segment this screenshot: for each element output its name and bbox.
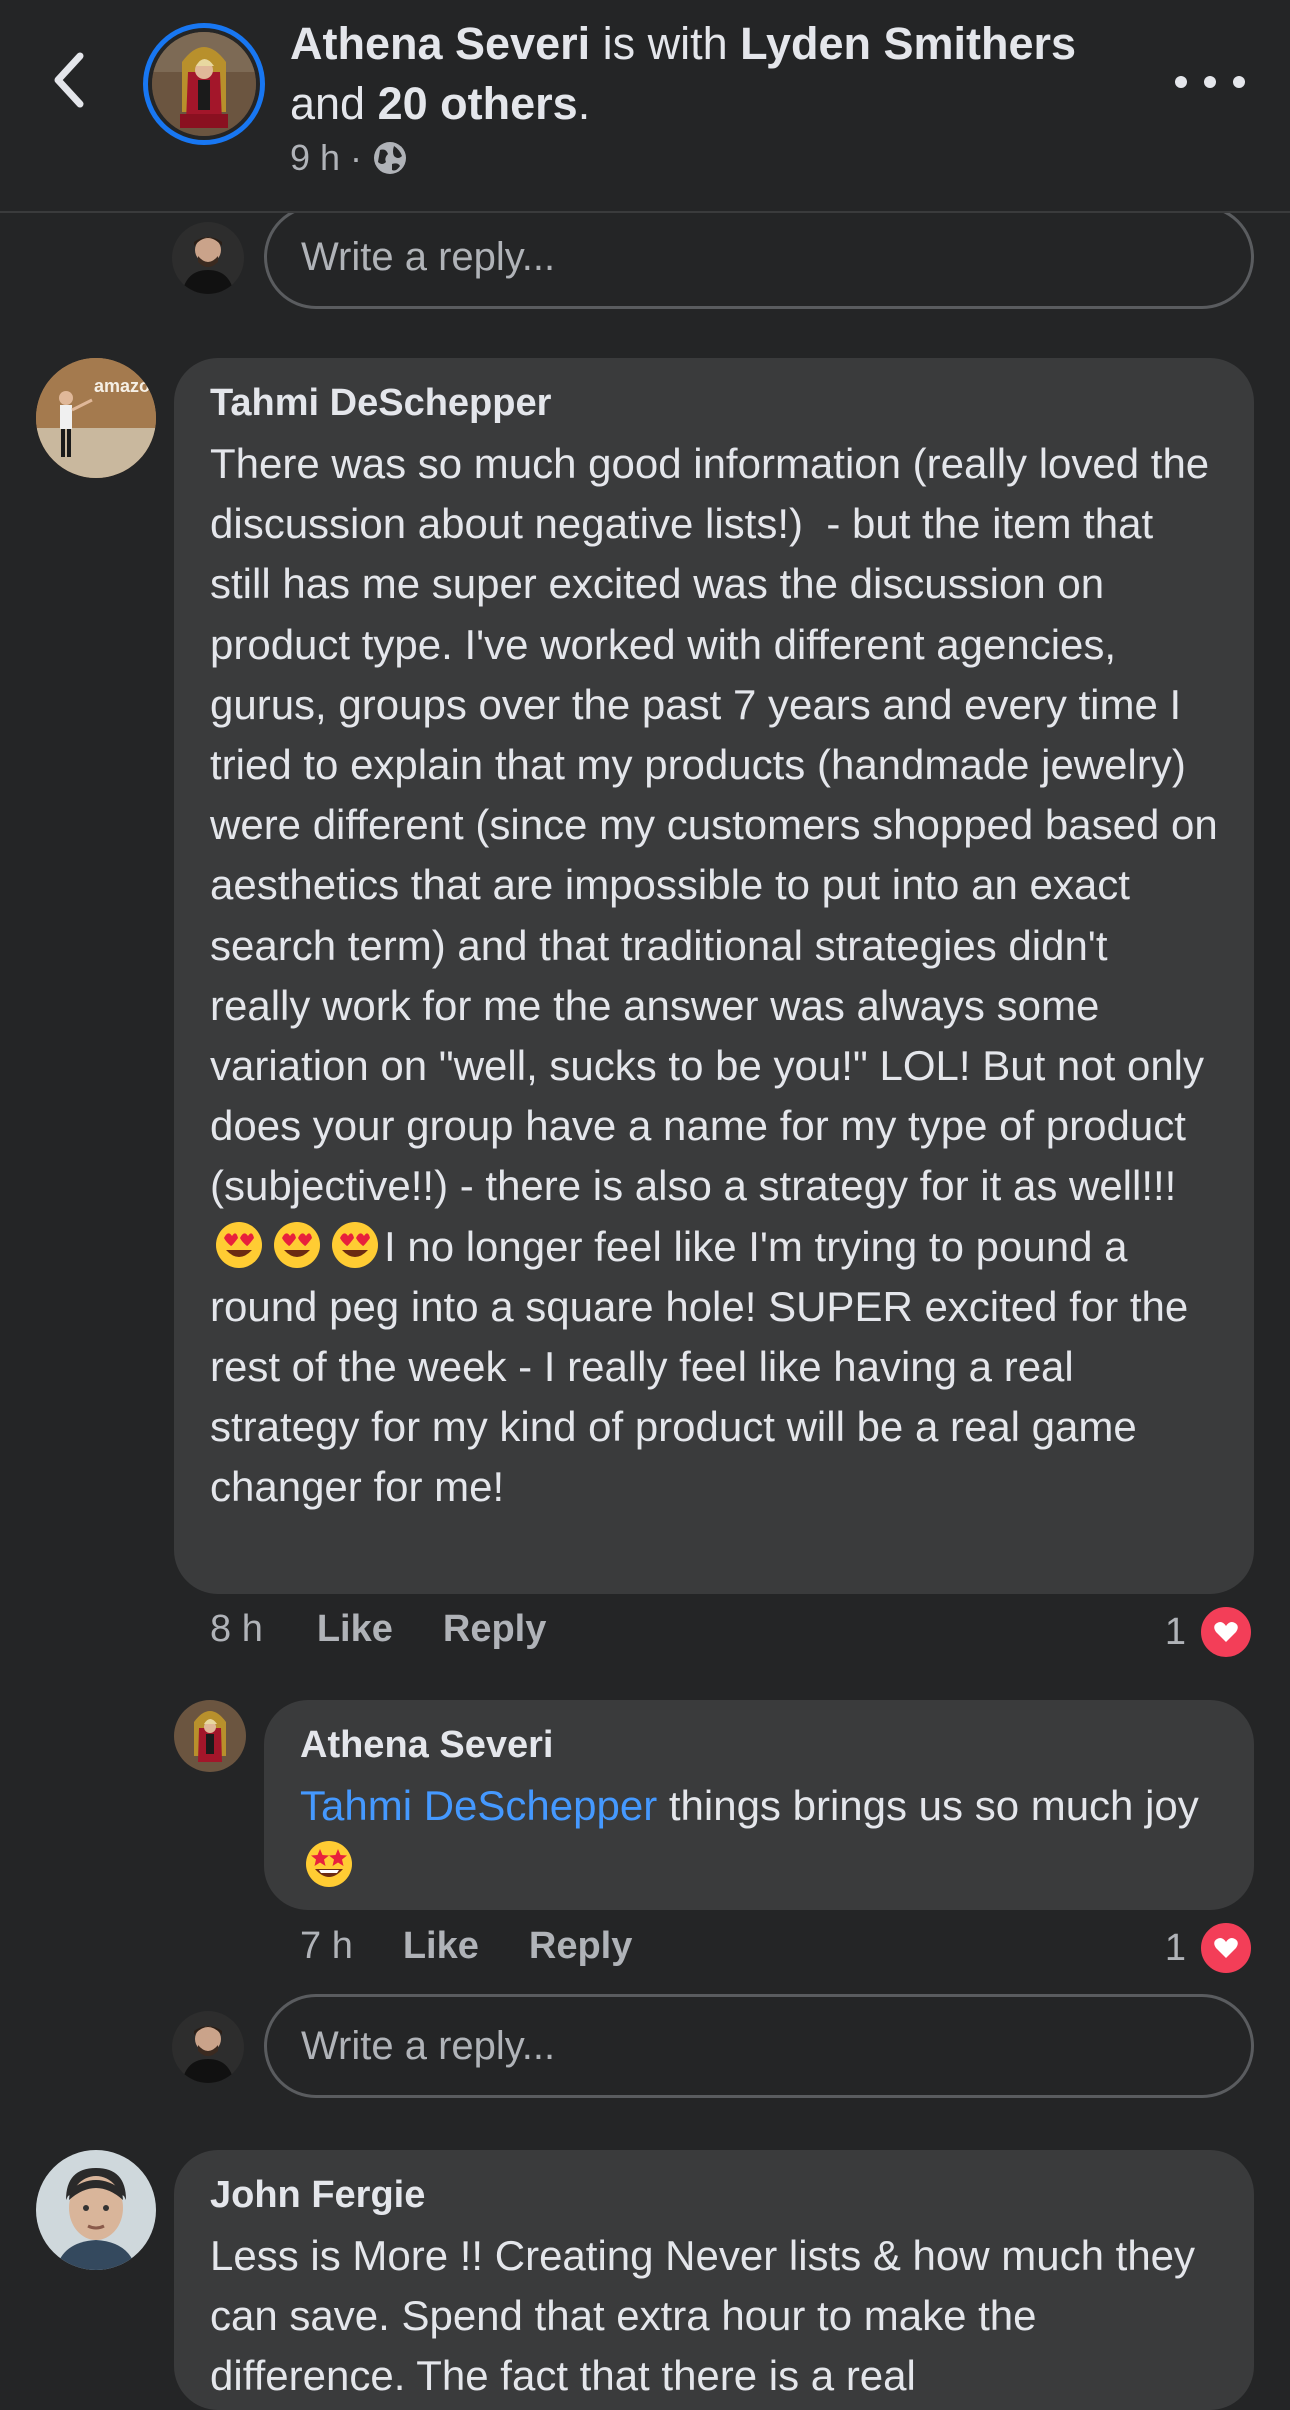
reply-composer — [172, 205, 1254, 313]
post-header: Athena Severi is with Lyden Smithers and … — [0, 0, 1290, 213]
comment-text: Less is More !! Creating Never lists & h… — [210, 2232, 1207, 2400]
comment-author[interactable]: Tahmi DeSchepper — [210, 380, 1218, 426]
heart-eyes-emoji — [216, 1221, 262, 1268]
reply-button[interactable]: Reply — [443, 1608, 546, 1651]
reaction-count: 1 — [1164, 1926, 1186, 1969]
current-user-avatar — [172, 222, 244, 294]
heart-eyes-emoji — [274, 1221, 320, 1268]
globe-icon — [374, 142, 407, 174]
more-horizontal-icon — [1175, 76, 1187, 88]
post-meta: 9 h · — [290, 137, 408, 179]
others-link[interactable]: 20 others — [378, 78, 578, 129]
mention-link[interactable]: Tahmi DeSchepper — [300, 1782, 657, 1829]
author-name-link[interactable]: Athena Severi — [290, 18, 590, 69]
current-user-avatar — [172, 2011, 244, 2083]
write-reply-input[interactable] — [264, 1994, 1254, 2098]
reply-author[interactable]: Athena Severi — [300, 1722, 1218, 1768]
commenter-avatar[interactable]: amazon — [36, 358, 156, 478]
tagged-name-link[interactable]: Lyden Smithers — [740, 18, 1076, 69]
amazon-logo-text: amazon — [94, 376, 156, 396]
reply-text: Tahmi DeSchepper things brings us so muc… — [300, 1776, 1218, 1896]
heart-reaction-icon — [1198, 1920, 1254, 1976]
author-avatar-story-ring[interactable] — [143, 23, 265, 145]
author-avatar — [152, 32, 256, 136]
like-button[interactable]: Like — [317, 1608, 393, 1651]
chevron-left-icon — [54, 52, 84, 108]
comment-time: 8 h — [210, 1608, 263, 1650]
reaction-count: 1 — [1164, 1610, 1186, 1653]
comment-bubble[interactable]: Tahmi DeSchepper There was so much good … — [174, 358, 1254, 1594]
post-time: 9 h — [290, 137, 341, 178]
meta-separator: · — [350, 137, 363, 178]
reply-author-avatar[interactable] — [174, 1700, 246, 1772]
commenter-avatar[interactable] — [36, 2150, 156, 2270]
heart-eyes-emoji — [332, 1221, 378, 1268]
back-button[interactable] — [40, 50, 100, 110]
comment-text: There was so much good information (real… — [210, 440, 1230, 1511]
reply-composer — [172, 1994, 1254, 2102]
comment-bubble[interactable]: John Fergie Less is More !! Creating Nev… — [174, 2150, 1254, 2410]
reply-actions: 7 h Like Reply — [300, 1925, 682, 1968]
more-options-button[interactable] — [1175, 62, 1245, 102]
comment-author[interactable]: John Fergie — [210, 2172, 1218, 2218]
star-struck-emoji — [306, 1841, 352, 1888]
reaction-summary[interactable]: 1 — [1165, 1604, 1254, 1660]
reply-button[interactable]: Reply — [529, 1925, 632, 1968]
reply-time: 7 h — [300, 1925, 353, 1967]
write-reply-input[interactable] — [264, 205, 1254, 309]
reaction-summary[interactable]: 1 — [1165, 1920, 1254, 1976]
reply-bubble[interactable]: Athena Severi Tahmi DeSchepper things br… — [264, 1700, 1254, 1910]
post-header-title: Athena Severi is with Lyden Smithers and … — [290, 18, 1077, 129]
heart-reaction-icon — [1198, 1604, 1254, 1660]
comment-actions: 8 h Like Reply — [210, 1608, 596, 1651]
like-button[interactable]: Like — [403, 1925, 479, 1968]
